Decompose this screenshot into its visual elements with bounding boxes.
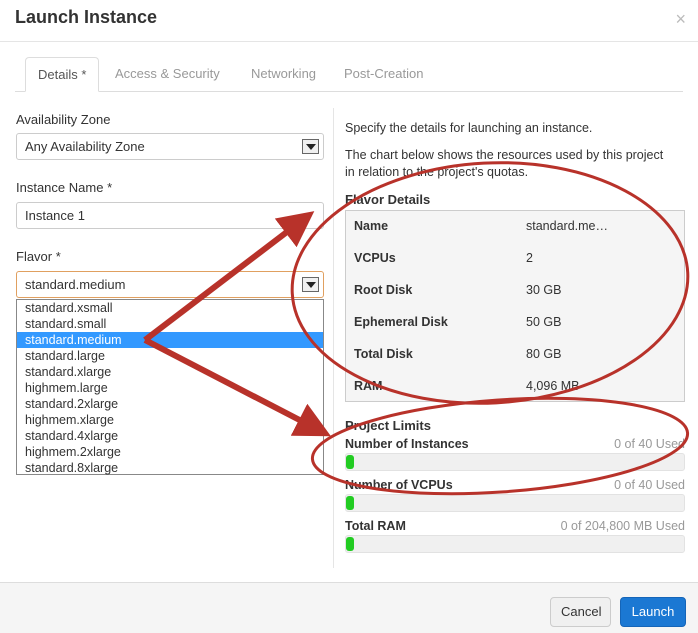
limit-label: Total RAM	[345, 519, 406, 533]
flavor-row: Name standard.me…	[354, 211, 684, 243]
flavor-row: Root Disk 30 GB	[354, 275, 684, 307]
flavor-row-value: standard.me…	[526, 219, 608, 233]
modal-title: Launch Instance	[15, 7, 158, 27]
availability-zone-value: Any Availability Zone	[25, 139, 145, 154]
flavor-row-value: 50 GB	[526, 315, 562, 329]
flavor-row: VCPUs 2	[354, 243, 684, 275]
availability-zone-select[interactable]: Any Availability Zone	[16, 133, 324, 160]
tab-post-creation[interactable]: Post-Creation	[332, 57, 435, 92]
required-marker: *	[107, 180, 113, 195]
flavor-option[interactable]: highmem.large	[17, 380, 323, 396]
limit-label: Number of Instances	[345, 437, 469, 451]
close-icon[interactable]: ×	[675, 9, 686, 30]
tab-access-security[interactable]: Access & Security	[103, 57, 232, 92]
limit-used-text: 0 of 40 Used	[614, 437, 685, 451]
flavor-row-value: 4,096 MB	[526, 379, 580, 393]
required-marker: *	[55, 249, 61, 264]
limit-progress-fill	[346, 537, 354, 551]
limit-progress-fill	[346, 455, 354, 469]
flavor-row-key: Ephemeral Disk	[354, 315, 448, 329]
column-divider	[333, 108, 334, 568]
flavor-option[interactable]: standard.xsmall	[17, 300, 323, 316]
instance-name-label-text: Instance Name	[16, 180, 104, 195]
flavor-details-title: Flavor Details	[345, 192, 431, 207]
flavor-row: RAM 4,096 MB	[354, 371, 684, 403]
limit-used-text: 0 of 204,800 MB Used	[560, 519, 685, 533]
flavor-option[interactable]: standard.8xlarge	[17, 460, 323, 476]
flavor-row-value: 2	[526, 251, 533, 265]
availability-zone-label: Availability Zone	[16, 112, 111, 127]
flavor-option[interactable]: standard.4xlarge	[17, 428, 323, 444]
chevron-down-icon[interactable]	[302, 277, 319, 292]
flavor-row-key: Total Disk	[354, 347, 413, 361]
flavor-option[interactable]: highmem.xlarge	[17, 412, 323, 428]
flavor-option[interactable]: standard.medium	[17, 332, 323, 348]
tab-networking[interactable]: Networking	[239, 57, 328, 92]
flavor-row-key: Name	[354, 219, 389, 233]
flavor-option[interactable]: standard.large	[17, 348, 323, 364]
flavor-row-key: Root Disk	[354, 283, 413, 297]
project-limits-title: Project Limits	[345, 418, 431, 433]
flavor-row: Total Disk 80 GB	[354, 339, 684, 371]
flavor-row-value: 30 GB	[526, 283, 562, 297]
limit-progress-fill	[346, 496, 354, 510]
limit-label: Number of VCPUs	[345, 478, 453, 492]
flavor-row-key: VCPUs	[354, 251, 396, 265]
chart-note-line-2: in relation to the project's quotas.	[345, 165, 529, 179]
launch-button[interactable]: Launch	[620, 597, 686, 627]
modal-header: Launch Instance ×	[0, 0, 698, 42]
chevron-down-icon[interactable]	[302, 139, 319, 154]
flavor-details-table: Name standard.me… VCPUs 2 Root Disk 30 GB Ephe…	[345, 210, 685, 402]
flavor-option[interactable]: standard.2xlarge	[17, 396, 323, 412]
cancel-button[interactable]: Cancel	[550, 597, 611, 627]
limit-progress-bar	[345, 494, 685, 512]
flavor-dropdown-list: standard.xsmall standard.small standard.me…	[16, 299, 324, 475]
flavor-option[interactable]: standard.small	[17, 316, 323, 332]
tab-bar: Details * Access & Security Networking P…	[0, 57, 698, 92]
chart-note-line-1: The chart below shows the resources used…	[345, 148, 664, 162]
modal-footer: Cancel Launch	[0, 582, 698, 633]
flavor-row-value: 80 GB	[526, 347, 562, 361]
tab-details[interactable]: Details *	[25, 57, 100, 92]
limit-progress-bar	[345, 453, 685, 471]
flavor-option[interactable]: highmem.2xlarge	[17, 444, 323, 460]
flavor-select[interactable]: standard.medium	[16, 271, 324, 298]
instance-name-input[interactable]: Instance 1	[16, 202, 324, 229]
limit-progress-bar	[345, 535, 685, 553]
flavor-label-text: Flavor	[16, 249, 53, 264]
flavor-option[interactable]: standard.xlarge	[17, 364, 323, 380]
instance-name-label: Instance Name *	[16, 180, 112, 195]
flavor-label: Flavor *	[16, 249, 61, 264]
intro-text: Specify the details for launching an ins…	[345, 121, 593, 135]
flavor-value: standard.medium	[25, 277, 126, 292]
flavor-row: Ephemeral Disk 50 GB	[354, 307, 684, 339]
limit-used-text: 0 of 40 Used	[614, 478, 685, 492]
flavor-row-key: RAM	[354, 379, 383, 393]
